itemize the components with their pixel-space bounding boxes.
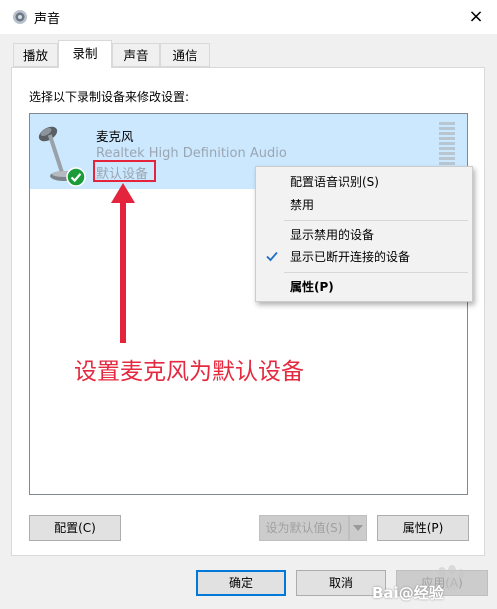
title-bar xyxy=(0,0,497,34)
device-description: Realtek High Definition Audio xyxy=(96,146,287,161)
annotation-arrow xyxy=(111,183,135,343)
window-title: 声音 xyxy=(34,12,61,27)
tab-playback[interactable]: 播放 xyxy=(13,43,58,67)
menu-separator xyxy=(284,272,468,273)
menu-item-disable[interactable]: 禁用 xyxy=(256,194,472,216)
properties-button[interactable]: 属性(P) xyxy=(377,515,469,541)
context-menu: 配置语音识别(S) 禁用 显示禁用的设备 显示已断开连接的设备 属性(P) xyxy=(255,166,473,302)
menu-item-show-disconnected[interactable]: 显示已断开连接的设备 xyxy=(256,246,472,268)
menu-item-configure-speech[interactable]: 配置语音识别(S) xyxy=(256,171,472,193)
annotation-text: 设置麦克风为默认设备 xyxy=(74,359,304,385)
set-default-dropdown-button[interactable] xyxy=(349,515,367,541)
menu-item-show-disabled[interactable]: 显示禁用的设备 xyxy=(256,224,472,246)
menu-separator xyxy=(284,220,468,221)
tab-communications[interactable]: 通信 xyxy=(160,43,210,67)
instruction-text: 选择以下录制设备来修改设置: xyxy=(29,90,190,104)
tab-recording[interactable]: 录制 xyxy=(58,40,112,68)
ok-button[interactable]: 确定 xyxy=(196,570,286,596)
speaker-icon xyxy=(13,10,27,24)
tab-sounds[interactable]: 声音 xyxy=(112,43,160,67)
configure-button[interactable]: 配置(C) xyxy=(29,515,121,541)
watermark-text: Bai@经验 xyxy=(372,584,444,602)
default-check-badge-icon xyxy=(66,167,86,187)
device-name: 麦克风 xyxy=(96,129,134,144)
menu-item-properties[interactable]: 属性(P) xyxy=(256,276,472,298)
set-default-button[interactable]: 设为默认值(S) xyxy=(259,515,349,541)
annotation-highlight-box xyxy=(93,160,156,182)
check-icon xyxy=(266,251,278,262)
close-button[interactable]: × xyxy=(456,0,496,34)
chevron-down-icon xyxy=(353,525,363,531)
